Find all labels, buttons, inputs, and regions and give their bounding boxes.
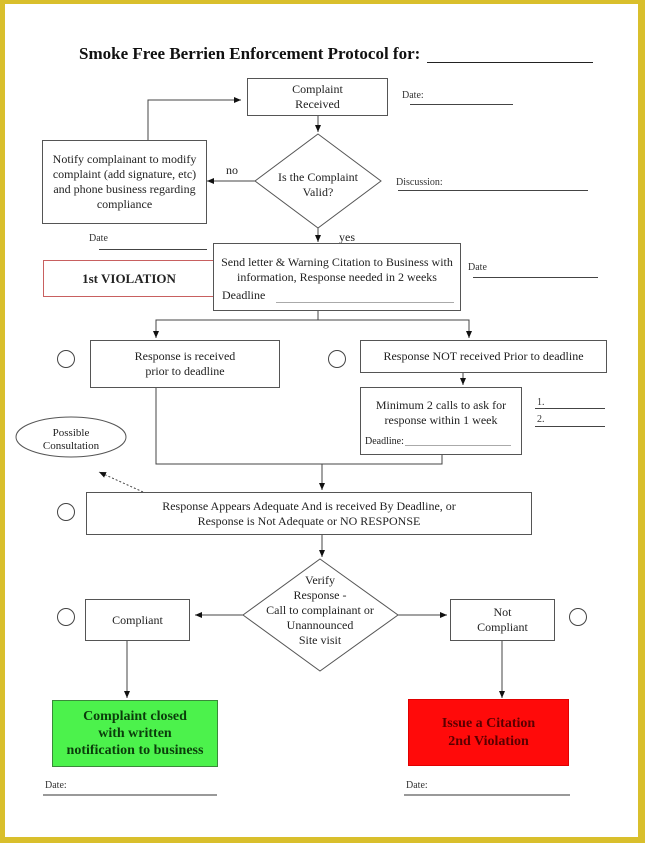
possible-consultation-text: Possible Consultation — [42, 427, 100, 452]
min-calls-text: Minimum 2 calls to ask for response with… — [375, 398, 507, 427]
arrow-split-right — [318, 319, 472, 338]
date-bottom-left-label: Date: — [45, 780, 67, 791]
loop-arrow — [147, 97, 241, 140]
call-2-line[interactable] — [535, 426, 605, 427]
date-right-label: Date — [468, 262, 487, 273]
verify-response-text: Verify Response - Call to complainant or… — [266, 573, 374, 647]
send-letter-deadline-line[interactable] — [276, 302, 454, 303]
is-valid-text: Is the Complaint Valid? — [278, 170, 358, 199]
date-right-line[interactable] — [473, 277, 598, 278]
min-calls-box: Minimum 2 calls to ask for response with… — [360, 387, 522, 455]
call-1-label: 1. — [537, 397, 545, 408]
discussion-label: Discussion: — [396, 177, 443, 188]
title-blank-line[interactable] — [427, 62, 593, 63]
compliant-box: Compliant — [85, 599, 190, 641]
date-top-label: Date: — [402, 90, 424, 101]
arrow-to-consultation — [98, 471, 144, 493]
response-received-box: Response is received prior to deadline — [90, 340, 280, 388]
date-bottom-right-label: Date: — [406, 780, 428, 791]
complaint-closed-box: Complaint closed with written notificati… — [52, 700, 218, 767]
no-label: no — [226, 163, 238, 177]
call-2-label: 2. — [537, 414, 545, 425]
response-not-received-box: Response NOT received Prior to deadline — [360, 340, 607, 373]
discussion-line[interactable] — [398, 190, 588, 191]
arrow-split-left — [153, 311, 319, 338]
document-page: Smoke Free Berrien Enforcement Protocol … — [5, 4, 638, 837]
date-bottom-left-line[interactable] — [43, 794, 217, 796]
response-adequate-box: Response Appears Adequate And is receive… — [86, 492, 532, 535]
send-letter-box: Send letter & Warning Citation to Busine… — [213, 243, 461, 311]
issue-citation-box: Issue a Citation 2nd Violation — [408, 699, 569, 766]
page-title: Smoke Free Berrien Enforcement Protocol … — [79, 44, 421, 63]
date-left-line[interactable] — [99, 249, 207, 250]
checkbox-response-received[interactable] — [57, 350, 75, 368]
checkbox-compliant[interactable] — [57, 608, 75, 626]
checkbox-response-not-received[interactable] — [328, 350, 346, 368]
call-1-line[interactable] — [535, 408, 605, 409]
checkbox-not-compliant[interactable] — [569, 608, 587, 626]
date-top-line[interactable] — [410, 104, 513, 105]
date-left-label: Date — [89, 233, 108, 244]
not-compliant-box: Not Compliant — [450, 599, 555, 641]
notify-complainant-box: Notify complainant to modify complaint (… — [42, 140, 207, 224]
date-bottom-right-line[interactable] — [404, 794, 570, 796]
checkbox-response-adequate[interactable] — [57, 503, 75, 521]
first-violation-box: 1st VIOLATION — [43, 260, 215, 297]
complaint-received-box: Complaint Received — [247, 78, 388, 116]
min-calls-deadline-label: Deadline: — [365, 436, 404, 447]
send-letter-deadline-label: Deadline — [222, 288, 266, 302]
send-letter-text: Send letter & Warning Citation to Busine… — [221, 255, 453, 284]
min-calls-deadline-line[interactable] — [405, 445, 511, 446]
